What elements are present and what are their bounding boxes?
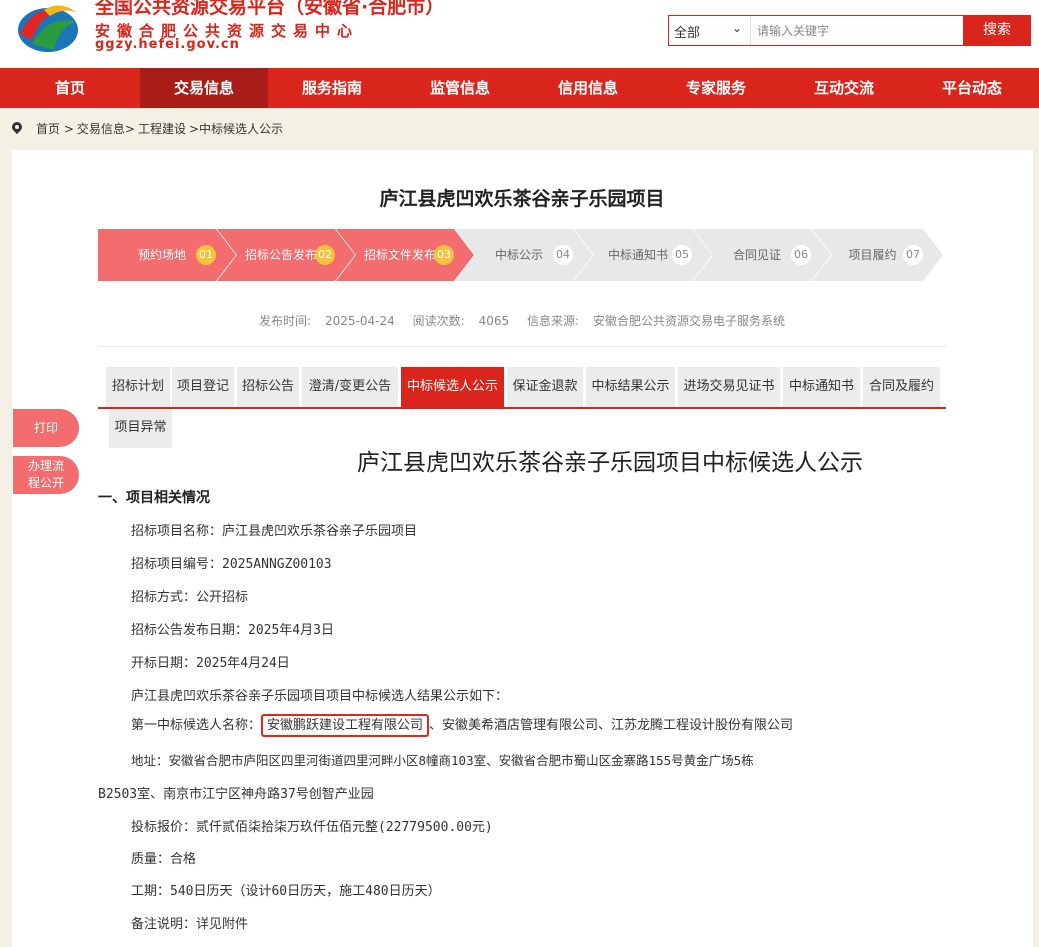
address-line: 地址：安徽省合肥市庐阳区四里河街道四里河畔小区8幢商103室、安徽省合肥市蜀山区… (131, 753, 754, 768)
nav-interaction[interactable]: 互动交流 (780, 68, 908, 108)
tab-project-register[interactable]: 项目登记 (172, 367, 234, 407)
first-candidate-rest: 、安徽美希酒店管理有限公司、江苏龙腾工程设计股份有限公司 (429, 718, 794, 733)
nav-trade-info[interactable]: 交易信息 (140, 68, 268, 108)
tab-award-notice[interactable]: 中标通知书 (783, 367, 860, 407)
step-number: 01 (196, 245, 216, 265)
quality-line: 质量：合格 (131, 852, 197, 867)
site-header: 全国公共资源交易平台（安徽省·合肥市） 安徽合肥公共资源交易中心 ggzy.he… (0, 0, 1039, 68)
search-category-value: 全部 (674, 26, 701, 41)
step-3: 招标文件发布 03 (336, 229, 474, 281)
nav-service-guide[interactable]: 服务指南 (268, 68, 396, 108)
tab-contract[interactable]: 合同及履约 (863, 367, 940, 407)
crumb-current: >中标候选人公示 (188, 122, 284, 136)
project-title: 庐江县虎凹欢乐茶谷亲子乐园项目 (379, 188, 665, 210)
main-nav: 首页 交易信息 服务指南 监管信息 信用信息 专家服务 互动交流 平台动态 (0, 68, 1039, 108)
chevron-down-icon: ⌄ (731, 21, 742, 35)
step-number: 02 (315, 245, 335, 265)
tab-witness-certificate[interactable]: 进场交易见证书 (678, 367, 780, 407)
step-label: 项目履约 (848, 248, 897, 262)
print-button[interactable]: 打印 (13, 409, 79, 447)
platform-title: 全国公共资源交易平台（安徽省·合肥市） (95, 0, 445, 18)
project-name-line: 招标项目名称：庐江县虎凹欢乐茶谷亲子乐园项目 (131, 524, 418, 539)
location-pin-icon (12, 122, 22, 135)
tab-clarification[interactable]: 澄清/变更公告 (302, 367, 398, 407)
step-2: 招标公告发布 02 (217, 229, 355, 281)
source: 安徽合肥公共资源交易电子服务系统 (593, 314, 786, 328)
opening-date-line: 开标日期：2025年4月24日 (131, 656, 290, 671)
section-title: 一、项目相关情况 (98, 490, 210, 506)
tab-candidate-notice[interactable]: 中标候选人公示 (401, 367, 504, 407)
step-number: 04 (553, 245, 573, 265)
step-number: 05 (672, 245, 692, 265)
nav-expert[interactable]: 专家服务 (652, 68, 780, 108)
breadcrumb: 首页 > 交易信息> 工程建设 >中标候选人公示 (12, 120, 286, 137)
nav-home[interactable]: 首页 (0, 68, 140, 108)
step-6: 合同见证 06 (693, 229, 831, 281)
process-label-line1: 办理流 (27, 459, 64, 473)
notice-title: 庐江县虎凹欢乐茶谷亲子乐园项目中标候选人公示 (357, 450, 863, 476)
first-candidate-highlight: 安徽鹏跃建设工程有限公司 (261, 714, 430, 737)
process-public-button[interactable]: 办理流 程公开 (13, 456, 79, 494)
site-url: ggzy.hefei.gov.cn (95, 37, 240, 52)
site-logo-icon[interactable] (14, 0, 82, 56)
first-candidate-line: 第一中标候选人名称： 安徽鹏跃建设工程有限公司 、安徽美希酒店管理有限公司、江苏龙腾… (131, 714, 794, 737)
nav-supervision[interactable]: 监管信息 (396, 68, 524, 108)
publish-time: 2025-04-24 (324, 314, 395, 328)
tab-project-exception[interactable]: 项目异常 (109, 408, 172, 448)
nav-platform-news[interactable]: 平台动态 (908, 68, 1036, 108)
publish-time-label: 发布时间: (258, 314, 311, 328)
step-number: 07 (903, 245, 923, 265)
remarks-line: 备注说明：详见附件 (131, 917, 249, 932)
tab-deposit-refund[interactable]: 保证金退款 (507, 367, 583, 407)
tabs-underline (98, 407, 946, 409)
address-line-2: B2503室、南京市江宁区神舟路37号创智产业园 (98, 787, 374, 802)
read-count-label: 阅读次数: (412, 314, 465, 328)
search-box: 全部 ⌄ (668, 15, 964, 46)
step-number: 03 (434, 245, 454, 265)
crumb-trade-info[interactable]: 交易信息> (77, 120, 135, 137)
divider (98, 346, 946, 347)
tab-bid-notice[interactable]: 招标公告 (237, 367, 299, 407)
duration-line: 工期：540日历天（设计60日历天，施工480日历天） (131, 884, 441, 899)
progress-steps: 预约场地 01 招标公告发布 02 招标文件发布 03 中标公示 04 中标通知书 05 … (98, 229, 943, 281)
step-7: 项目履约 07 (812, 229, 943, 281)
read-count: 4065 (478, 314, 510, 328)
search-button[interactable]: 搜索 (963, 15, 1031, 46)
step-5: 中标通知书 05 (574, 229, 712, 281)
step-4: 中标公示 04 (455, 229, 593, 281)
notice-date-line: 招标公告发布日期：2025年4月3日 (131, 623, 334, 638)
search-category-select[interactable]: 全部 ⌄ (669, 16, 751, 45)
tab-result-notice[interactable]: 中标结果公示 (586, 367, 675, 407)
nav-credit[interactable]: 信用信息 (524, 68, 652, 108)
project-number-line: 招标项目编号：2025ANNGZ00103 (131, 557, 332, 572)
result-intro-line: 庐江县虎凹欢乐茶谷亲子乐园项目项目中标候选人结果公示如下： (131, 689, 509, 704)
crumb-home[interactable]: 首页 > (36, 120, 74, 137)
bid-price-line: 投标报价：贰仟贰佰柒拾柒万玖仟伍佰元整(22779500.00元) (131, 820, 493, 835)
tab-bid-plan[interactable]: 招标计划 (106, 367, 170, 407)
source-label: 信息来源: (526, 314, 580, 328)
step-1: 预约场地 01 (98, 229, 236, 281)
crumb-engineering[interactable]: 工程建设 (138, 120, 186, 137)
process-label-line2: 程公开 (27, 476, 64, 490)
article-meta: 发布时间: 2025-04-24 阅读次数: 4065 信息来源: 安徽合肥公共资源交… (98, 312, 946, 329)
step-number: 06 (791, 245, 811, 265)
bid-method-line: 招标方式：公开招标 (131, 590, 249, 605)
search-input[interactable] (757, 16, 957, 45)
first-candidate-label: 第一中标候选人名称： (131, 718, 262, 733)
